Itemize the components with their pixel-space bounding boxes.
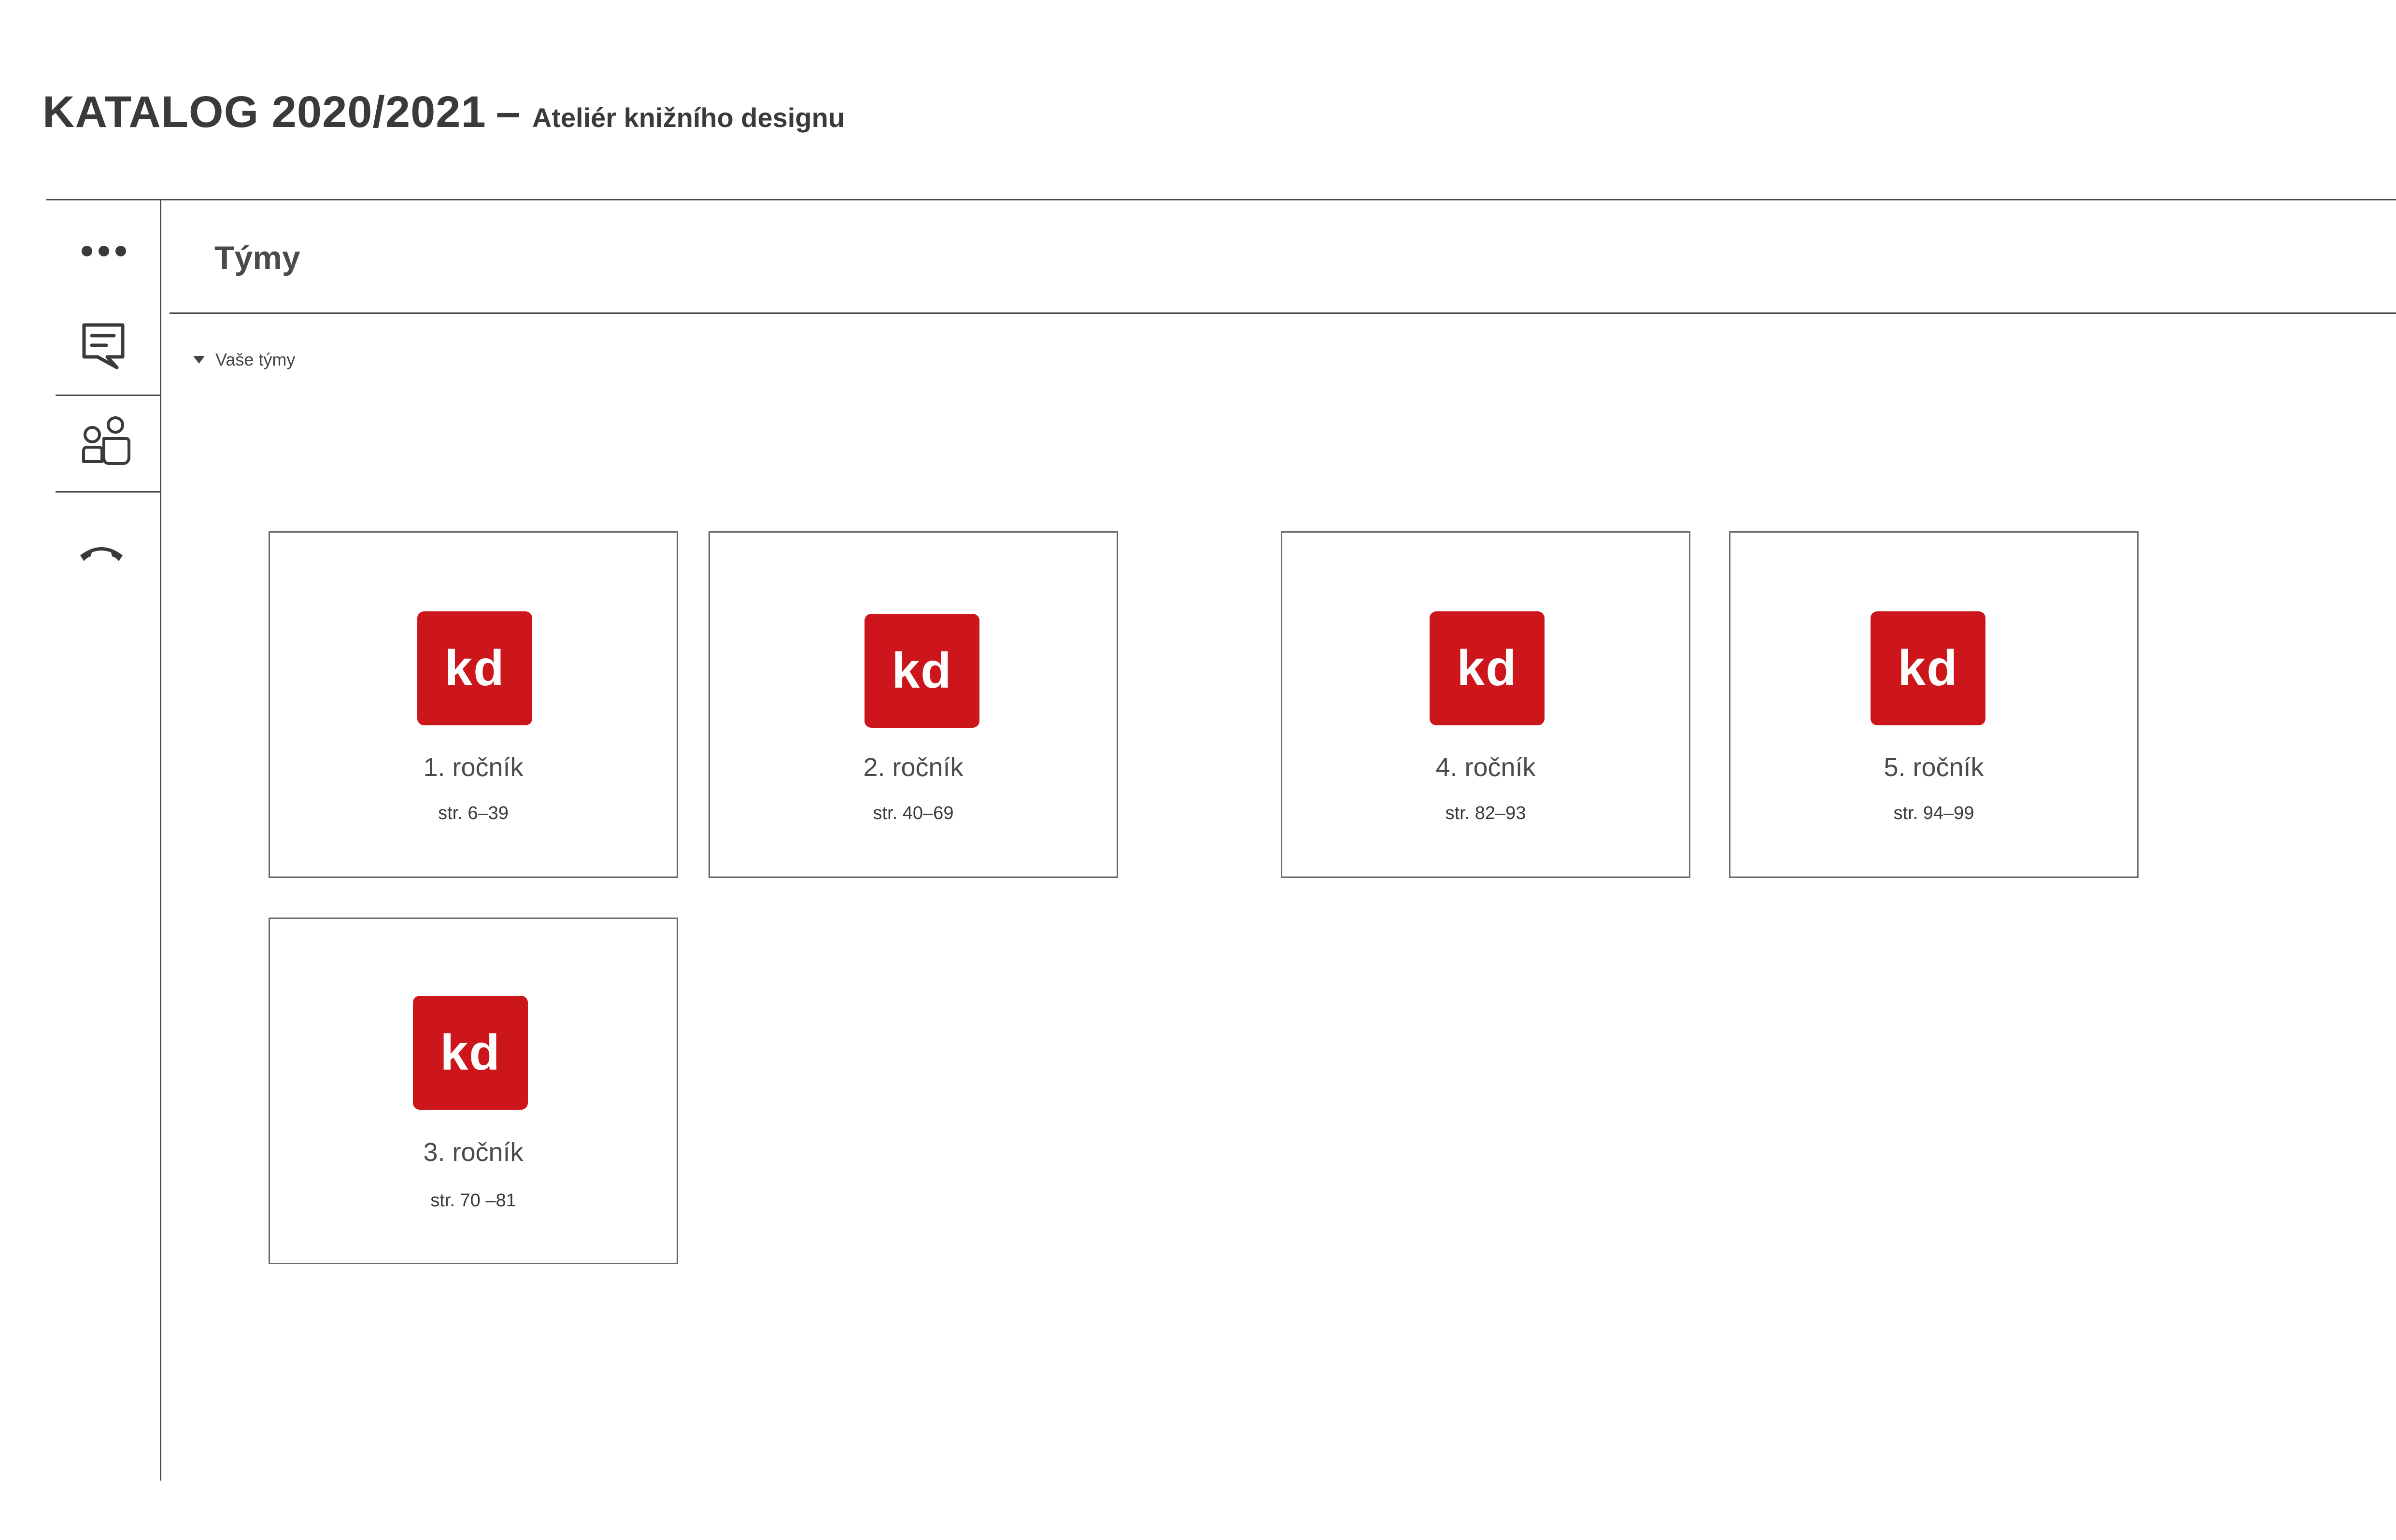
team-logo: kd (865, 614, 979, 728)
rail-item-chat[interactable] (75, 320, 133, 373)
your-teams-toggle[interactable]: Vaše týmy (193, 350, 295, 370)
caret-down-icon (193, 356, 205, 364)
rail-item-teams[interactable] (75, 413, 138, 468)
rail-separator (56, 395, 160, 396)
team-name: 1. ročník (423, 753, 524, 782)
team-pages: str. 40–69 (873, 803, 954, 823)
team-name: 3. ročník (423, 1138, 524, 1167)
rail-item-calls[interactable] (72, 538, 130, 567)
team-pages: str. 94–99 (1893, 803, 1974, 823)
team-logo: kd (413, 996, 528, 1110)
team-card[interactable]: kd 5. ročník str. 94–99 (1729, 531, 2139, 878)
phone-icon (80, 547, 123, 561)
group-label: Vaše týmy (215, 350, 296, 369)
team-name: 2. ročník (863, 753, 964, 782)
team-pages: str. 70 –81 (430, 1190, 516, 1211)
title-divider (170, 312, 2396, 314)
ellipsis-icon (82, 246, 126, 256)
rail-divider (160, 199, 161, 1481)
title-separator: – (496, 87, 521, 137)
chat-icon (82, 323, 125, 369)
team-name: 4. ročník (1435, 753, 1536, 782)
page-title: Týmy (214, 240, 300, 276)
header-divider (46, 199, 2396, 200)
rail-separator (56, 491, 160, 493)
team-logo: kd (1871, 611, 1985, 725)
team-logo: kd (417, 611, 532, 725)
team-logo: kd (1430, 611, 1545, 725)
team-card[interactable]: kd 3. ročník str. 70 –81 (269, 918, 678, 1264)
catalog-title: KATALOG 2020/2021 (43, 87, 486, 137)
team-card[interactable]: kd 4. ročník str. 82–93 (1281, 531, 1690, 878)
page-header: KATALOG 2020/2021 – Ateliér knižního des… (43, 87, 845, 138)
rail-item-more-options[interactable] (75, 234, 133, 268)
team-card[interactable]: kd 1. ročník str. 6–39 (269, 531, 678, 878)
team-card[interactable]: kd 2. ročník str. 40–69 (709, 531, 1118, 878)
teams-icon (82, 416, 130, 465)
team-pages: str. 82–93 (1445, 803, 1526, 823)
team-pages: str. 6–39 (438, 803, 509, 823)
catalog-subtitle: Ateliér knižního designu (532, 102, 845, 133)
team-name: 5. ročník (1884, 753, 1984, 782)
